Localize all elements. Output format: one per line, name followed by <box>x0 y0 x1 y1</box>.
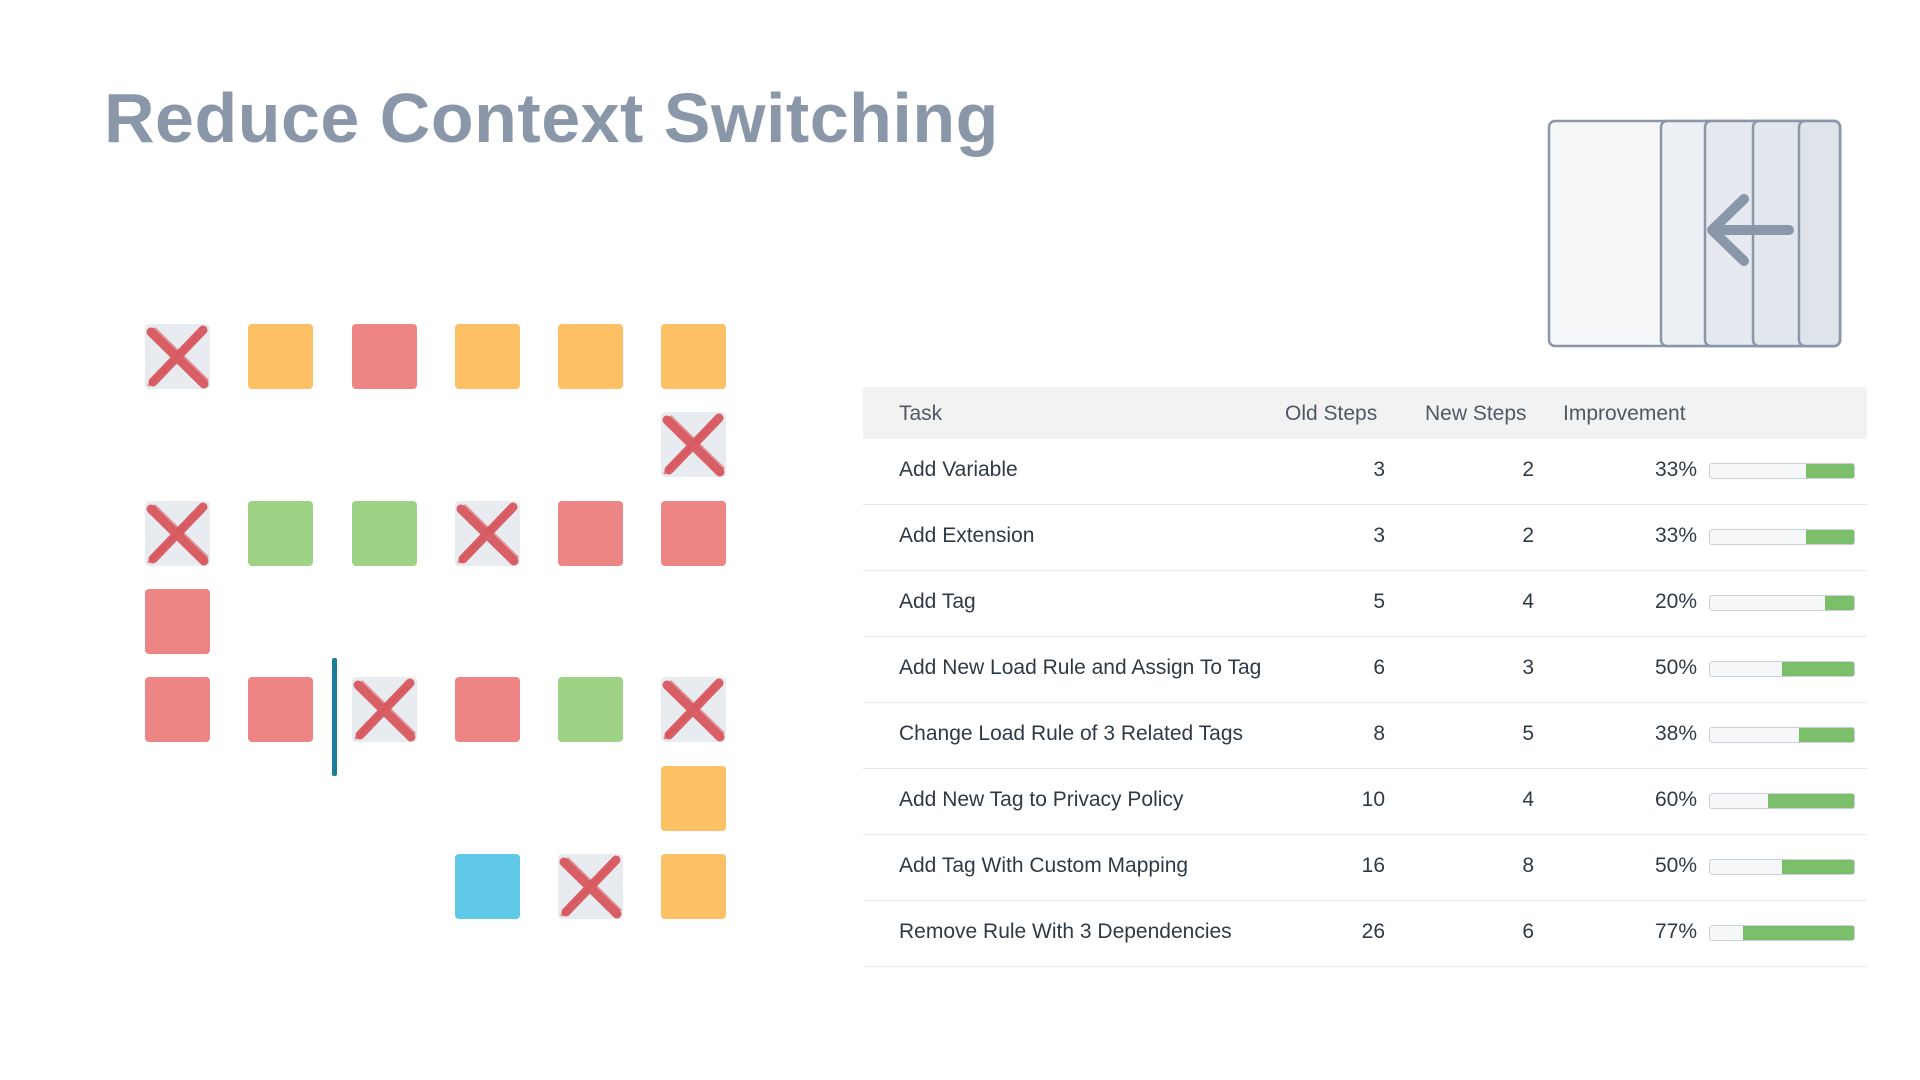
old-steps-cell: 5 <box>1373 590 1385 613</box>
new-steps-cell: 4 <box>1522 590 1534 613</box>
table-row: Add Tag 5 4 20% <box>863 571 1867 637</box>
task-steps-table: Task Old Steps New Steps Improvement Add… <box>863 387 1867 967</box>
improvement-cell: 33% <box>1654 524 1697 547</box>
improvement-cell: 20% <box>1654 590 1697 613</box>
green-task-tile <box>248 501 313 566</box>
header-new-steps: New Steps <box>1425 402 1527 425</box>
old-steps-cell: 10 <box>1361 788 1385 811</box>
red-task-tile <box>661 501 726 566</box>
header-task: Task <box>899 402 943 425</box>
improvement-cell: 33% <box>1654 458 1697 481</box>
improvement-progress-bar <box>1709 727 1855 743</box>
task-cell: Add Tag With Custom Mapping <box>899 854 1189 877</box>
new-steps-cell: 2 <box>1522 524 1534 547</box>
header-old-steps: Old Steps <box>1285 402 1378 425</box>
task-cell: Add Variable <box>899 458 1018 481</box>
removed-task-tile <box>352 677 417 742</box>
table-row: Change Load Rule of 3 Related Tags 8 5 38% <box>863 703 1867 769</box>
improvement-cell: 77% <box>1654 920 1697 943</box>
removed-task-tile <box>455 501 520 566</box>
task-cell: Add Extension <box>899 524 1035 547</box>
task-cell: Change Load Rule of 3 Related Tags <box>899 722 1244 745</box>
orange-task-tile <box>248 324 313 389</box>
improvement-progress-bar <box>1709 595 1855 611</box>
old-steps-cell: 16 <box>1361 854 1385 877</box>
improvement-cell: 38% <box>1654 722 1697 745</box>
improvement-progress-fill <box>1806 464 1854 478</box>
improvement-cell: 50% <box>1654 656 1697 679</box>
old-steps-cell: 3 <box>1373 458 1385 481</box>
red-task-tile <box>145 677 210 742</box>
improvement-progress-fill <box>1743 926 1854 940</box>
removed-task-tile <box>661 677 726 742</box>
orange-task-tile <box>558 324 623 389</box>
new-steps-cell: 6 <box>1522 920 1534 943</box>
green-task-tile <box>352 501 417 566</box>
new-steps-cell: 8 <box>1522 854 1534 877</box>
improvement-progress-fill <box>1782 662 1854 676</box>
task-cell: Add New Tag to Privacy Policy <box>899 788 1184 811</box>
table-row: Add New Load Rule and Assign To Tag 6 3 50% <box>863 637 1867 703</box>
improvement-progress-bar <box>1709 661 1855 677</box>
improvement-progress-fill <box>1825 596 1854 610</box>
removed-task-tile <box>661 412 726 477</box>
red-task-tile <box>558 501 623 566</box>
old-steps-cell: 8 <box>1373 722 1385 745</box>
improvement-progress-bar <box>1709 925 1855 941</box>
table-header: Task Old Steps New Steps Improvement <box>863 387 1867 439</box>
improvement-progress-fill <box>1767 794 1854 808</box>
removed-task-tile <box>145 501 210 566</box>
old-steps-cell: 3 <box>1373 524 1385 547</box>
red-task-tile <box>145 589 210 654</box>
orange-task-tile <box>661 324 726 389</box>
header-improvement: Improvement <box>1563 402 1686 425</box>
blue-task-tile <box>455 854 520 919</box>
red-task-tile <box>455 677 520 742</box>
old-steps-cell: 6 <box>1373 656 1385 679</box>
table-row: Add Tag With Custom Mapping 16 8 50% <box>863 835 1867 901</box>
old-steps-cell: 26 <box>1361 920 1385 943</box>
task-cell: Add Tag <box>899 590 976 613</box>
orange-task-tile <box>455 324 520 389</box>
improvement-progress-bar <box>1709 463 1855 479</box>
panel-collapse-left-arrow-icon <box>1547 119 1842 348</box>
new-steps-cell: 3 <box>1522 656 1534 679</box>
improvement-progress-fill <box>1806 530 1854 544</box>
improvement-progress-fill <box>1782 860 1854 874</box>
context-divider-line <box>332 658 337 776</box>
red-task-tile <box>248 677 313 742</box>
improvement-progress-fill <box>1799 728 1854 742</box>
table-row: Add Variable 3 2 33% <box>863 439 1867 505</box>
table-row: Add Extension 3 2 33% <box>863 505 1867 571</box>
task-cell: Remove Rule With 3 Dependencies <box>899 920 1232 943</box>
removed-task-tile <box>145 324 210 389</box>
new-steps-cell: 2 <box>1522 458 1534 481</box>
new-steps-cell: 5 <box>1522 722 1534 745</box>
improvement-cell: 50% <box>1654 854 1697 877</box>
removed-task-tile <box>558 854 623 919</box>
red-task-tile <box>352 324 417 389</box>
new-steps-cell: 4 <box>1522 788 1534 811</box>
task-tile-grid <box>0 0 760 960</box>
improvement-cell: 60% <box>1654 788 1697 811</box>
green-task-tile <box>558 677 623 742</box>
improvement-progress-bar <box>1709 793 1855 809</box>
task-cell: Add New Load Rule and Assign To Tag <box>899 656 1262 679</box>
orange-task-tile <box>661 766 726 831</box>
table-row: Remove Rule With 3 Dependencies 26 6 77% <box>863 901 1867 967</box>
orange-task-tile <box>661 854 726 919</box>
improvement-progress-bar <box>1709 529 1855 545</box>
improvement-progress-bar <box>1709 859 1855 875</box>
table-row: Add New Tag to Privacy Policy 10 4 60% <box>863 769 1867 835</box>
